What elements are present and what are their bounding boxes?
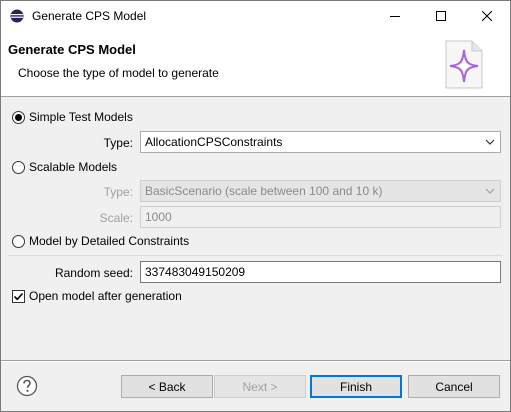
detailed-constraints-radio[interactable] [12, 235, 25, 248]
simple-type-value: AllocationCPSConstraints [145, 135, 283, 149]
maximize-button[interactable] [418, 1, 464, 31]
footer-divider-highlight [1, 361, 510, 362]
help-icon[interactable] [16, 375, 38, 397]
simple-test-models-label: Simple Test Models [29, 110, 133, 124]
back-button[interactable]: < Back [121, 375, 213, 398]
close-button[interactable] [464, 1, 510, 31]
window-title: Generate CPS Model [32, 9, 147, 23]
random-seed-value: 337483049150209 [145, 265, 246, 279]
scalable-type-select[interactable]: BasicScenario (scale between 100 and 10 … [140, 180, 501, 202]
open-after-generation-label: Open model after generation [29, 289, 182, 303]
random-seed-input[interactable]: 337483049150209 [140, 261, 501, 283]
chevron-down-icon [484, 181, 496, 201]
scale-label: Scale: [99, 211, 133, 225]
cancel-button[interactable]: Cancel [408, 375, 500, 398]
simple-type-label: Type: [103, 136, 133, 150]
close-icon [482, 11, 492, 21]
next-button[interactable]: Next > [214, 375, 306, 398]
detailed-constraints-label: Model by Detailed Constraints [29, 234, 190, 248]
scalable-models-radio[interactable] [12, 161, 25, 174]
scalable-type-label: Type: [103, 185, 133, 199]
random-seed-label: Random seed: [54, 266, 133, 280]
finish-button-label: Finish [339, 379, 372, 394]
page-title: Generate CPS Model [8, 42, 136, 57]
eclipse-icon [10, 9, 24, 23]
scale-input[interactable]: 1000 [140, 206, 501, 228]
generate-cps-model-dialog: Generate CPS Model Generate CPS Model Ch… [0, 0, 511, 412]
cancel-button-label: Cancel [435, 379, 473, 394]
scalable-type-value: BasicScenario (scale between 100 and 10 … [145, 184, 383, 198]
checkmark-icon [13, 292, 24, 301]
section-divider [8, 255, 503, 256]
title-bar: Generate CPS Model [1, 1, 510, 31]
back-button-label: < Back [148, 379, 186, 394]
sparkle-wizard-icon [445, 40, 483, 89]
simple-test-models-radio[interactable] [12, 111, 25, 124]
scalable-models-label: Scalable Models [29, 160, 118, 174]
page-description: Choose the type of model to generate [18, 66, 219, 80]
scale-value: 1000 [145, 210, 172, 224]
minimize-icon [390, 16, 400, 17]
open-after-generation-checkbox[interactable] [12, 290, 25, 303]
minimize-button[interactable] [372, 1, 418, 31]
next-button-label: Next > [242, 379, 278, 394]
finish-button[interactable]: Finish [310, 375, 402, 398]
chevron-down-icon [484, 132, 496, 152]
simple-type-select[interactable]: AllocationCPSConstraints [140, 131, 501, 153]
wizard-header: Generate CPS Model Choose the type of mo… [1, 31, 510, 97]
maximize-icon [436, 11, 446, 21]
